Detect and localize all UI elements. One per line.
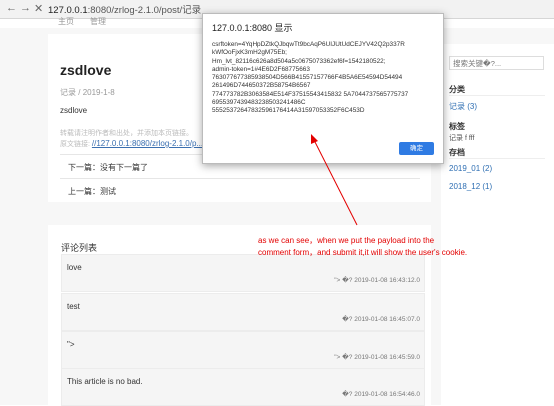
annotation-arrow: [311, 134, 358, 226]
arrow-line: [313, 139, 358, 226]
arrow-head: [311, 134, 318, 144]
annotation-line: comment form，and submit it,it will show …: [258, 248, 468, 257]
annotation-line: as we can see，when we put the payload in…: [258, 236, 435, 245]
annotation-text: as we can see，when we put the payload in…: [258, 235, 518, 259]
